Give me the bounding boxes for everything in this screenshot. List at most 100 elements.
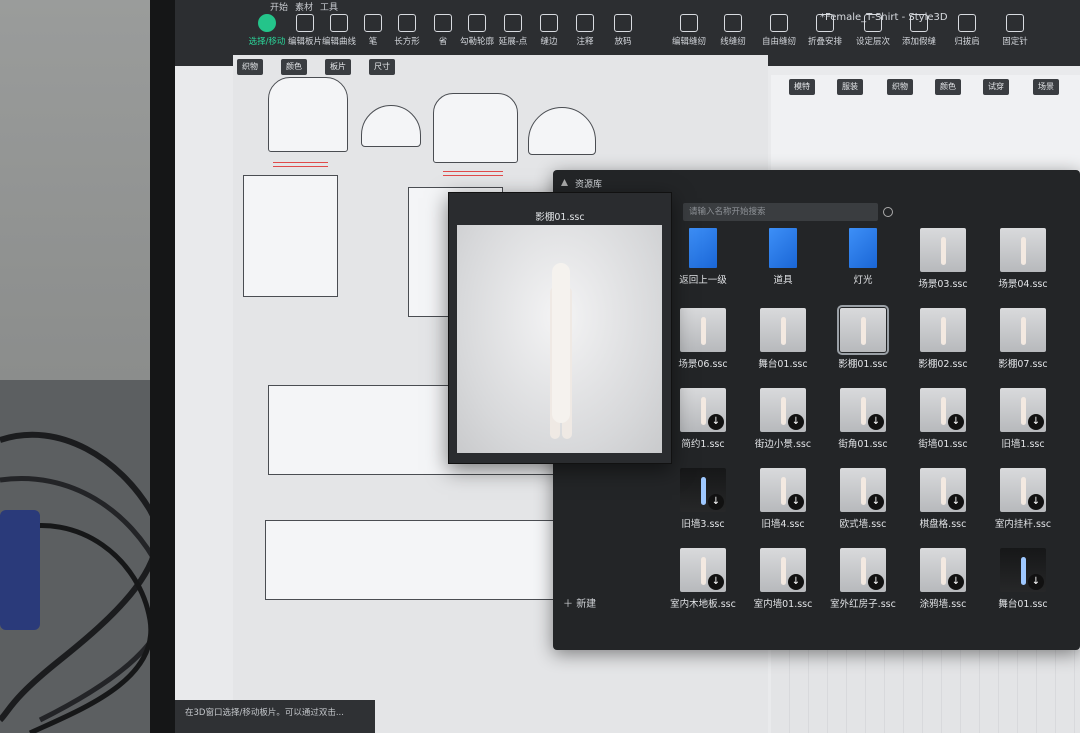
library-item[interactable]: ↓ 旧墙3.ssc (663, 468, 743, 530)
mannequin-thumb (781, 397, 786, 425)
download-icon[interactable]: ↓ (708, 494, 724, 510)
library-item[interactable]: 场景06.ssc (663, 308, 743, 370)
tool-label: 选择/移动 (248, 37, 286, 47)
library-search-input[interactable]: 请输入名称开始搜索 (683, 203, 878, 221)
library-item[interactable]: ↓ 街边小景.ssc (743, 388, 823, 450)
download-icon[interactable]: ↓ (948, 574, 964, 590)
library-item-label: 场景04.ssc (998, 279, 1048, 290)
scene-thumbnail: ↓ (760, 388, 806, 432)
waistband-strip-front[interactable] (273, 162, 328, 167)
tab-3d-color[interactable]: 颜色 (935, 79, 961, 95)
library-item[interactable]: 道具 (743, 228, 823, 286)
library-item[interactable]: ↓ 室内挂杆.ssc (983, 468, 1063, 530)
download-icon[interactable]: ↓ (1028, 494, 1044, 510)
status-bar: 在3D窗口选择/移动板片。可以通过双击... (175, 700, 375, 733)
mannequin-thumb (1021, 557, 1026, 585)
library-item[interactable]: 舞台01.ssc (743, 308, 823, 370)
tab-3d-scene[interactable]: 场景 (1033, 79, 1059, 95)
tool-free-sewing[interactable]: 自由缝纫 (757, 14, 801, 47)
library-item[interactable]: ↓ 室外红房子.ssc (823, 548, 903, 610)
library-item-label: 场景06.ssc (678, 359, 728, 370)
mannequin-thumb (1021, 477, 1026, 505)
tab-3d-avatar[interactable]: 模特 (789, 79, 815, 95)
menu-tab-start[interactable]: 开始 (270, 0, 288, 13)
download-icon[interactable]: ↓ (788, 414, 804, 430)
library-item-label: 影棚07.ssc (998, 359, 1048, 370)
pattern-piece-panel-2[interactable] (265, 520, 575, 600)
library-item[interactable]: ↓ 室内墙01.ssc (743, 548, 823, 610)
mannequin-thumb (861, 397, 866, 425)
search-icon[interactable] (883, 207, 893, 217)
download-icon[interactable]: ↓ (868, 494, 884, 510)
pattern-piece-back-bodice[interactable] (433, 93, 518, 163)
library-item[interactable]: ↓ 街角01.ssc (823, 388, 903, 450)
library-item[interactable]: 影棚02.ssc (903, 308, 983, 370)
menu-tab-tools[interactable]: 工具 (320, 0, 338, 13)
library-item-label: 欧式墙.ssc (839, 519, 887, 530)
download-icon[interactable]: ↓ (948, 494, 964, 510)
library-item[interactable]: ↓ 欧式墙.ssc (823, 468, 903, 530)
scene-thumbnail: ↓ (760, 548, 806, 592)
tab-2d-fabric[interactable]: 织物 (237, 59, 263, 75)
download-icon[interactable]: ↓ (708, 414, 724, 430)
library-item[interactable]: ↓ 街墙01.ssc (903, 388, 983, 450)
download-icon[interactable]: ↓ (1028, 414, 1044, 430)
library-item[interactable]: ↓ 涂鸦墙.ssc (903, 548, 983, 610)
tool-label: 延展-点 (498, 37, 528, 47)
tab-2d-size[interactable]: 尺寸 (369, 59, 395, 75)
download-icon[interactable]: ↓ (788, 494, 804, 510)
tab-2d-color[interactable]: 颜色 (281, 59, 307, 75)
rectangle-icon (398, 14, 416, 32)
segment-sewing-icon (724, 14, 742, 32)
library-item-label: 涂鸦墙.ssc (919, 599, 967, 610)
library-item[interactable]: ↓ 旧墙4.ssc (743, 468, 823, 530)
library-item[interactable]: ↓ 棋盘格.ssc (903, 468, 983, 530)
tab-3d-fitting[interactable]: 试穿 (983, 79, 1009, 95)
download-icon[interactable]: ↓ (948, 414, 964, 430)
scene-thumbnail: ↓ (920, 468, 966, 512)
download-icon[interactable]: ↓ (788, 574, 804, 590)
library-new-button[interactable]: ＋ 新建 (563, 595, 596, 610)
mannequin-thumb (781, 477, 786, 505)
library-item[interactable]: ↓ 室内木地板.ssc (663, 548, 743, 610)
tool-pin[interactable]: 固定针 (993, 14, 1037, 47)
library-item[interactable]: 返回上一级 (663, 228, 743, 286)
scene-thumbnail (760, 308, 806, 352)
cables-photo (0, 431, 170, 733)
tool-edit-sewing[interactable]: 编辑缝纫 (667, 14, 711, 47)
library-item[interactable]: ↓ 旧墙1.ssc (983, 388, 1063, 450)
library-item[interactable]: ↓ 舞台01.ssc (983, 548, 1063, 610)
mannequin-thumb (861, 477, 866, 505)
download-icon[interactable]: ↓ (868, 574, 884, 590)
library-item-label: 棋盘格.ssc (919, 519, 967, 530)
library-item[interactable]: 场景03.ssc (903, 228, 983, 290)
library-item[interactable]: 灯光 (823, 228, 903, 286)
tab-3d-garment[interactable]: 服装 (837, 79, 863, 95)
pattern-piece-sleeve-left[interactable] (361, 105, 421, 147)
download-icon[interactable]: ↓ (708, 574, 724, 590)
mannequin-thumb (1021, 237, 1026, 265)
tool-shrink-shoulder[interactable]: 归拔肩 (945, 14, 989, 47)
tool-label: 自由缝纫 (761, 37, 796, 47)
pattern-piece-sleeve-right[interactable] (528, 107, 596, 155)
tool-segment-sewing[interactable]: 线缝纫 (711, 14, 755, 47)
waistband-strip-back[interactable] (443, 171, 503, 176)
pattern-piece-skirt-front[interactable] (243, 175, 338, 297)
download-icon[interactable]: ↓ (1028, 574, 1044, 590)
pattern-piece-front-bodice[interactable] (268, 77, 348, 152)
library-item[interactable]: 场景04.ssc (983, 228, 1063, 290)
library-item-label: 旧墙3.ssc (681, 519, 725, 530)
library-item[interactable]: 影棚07.ssc (983, 308, 1063, 370)
scene-thumbnail: ↓ (1000, 468, 1046, 512)
tab-2d-pattern[interactable]: 板片 (325, 59, 351, 75)
tab-3d-fabric[interactable]: 织物 (887, 79, 913, 95)
menu-tab-materials[interactable]: 素材 (295, 0, 313, 13)
scene-thumbnail: ↓ (920, 388, 966, 432)
folder-icon (849, 228, 877, 268)
edit-curve-icon (330, 14, 348, 32)
library-item[interactable]: 影棚01.ssc (823, 305, 903, 370)
scene-thumbnail (837, 305, 889, 355)
library-item[interactable]: ↓ 简约1.ssc (663, 388, 743, 450)
tool-grading[interactable]: 放码 (601, 14, 645, 47)
download-icon[interactable]: ↓ (868, 414, 884, 430)
